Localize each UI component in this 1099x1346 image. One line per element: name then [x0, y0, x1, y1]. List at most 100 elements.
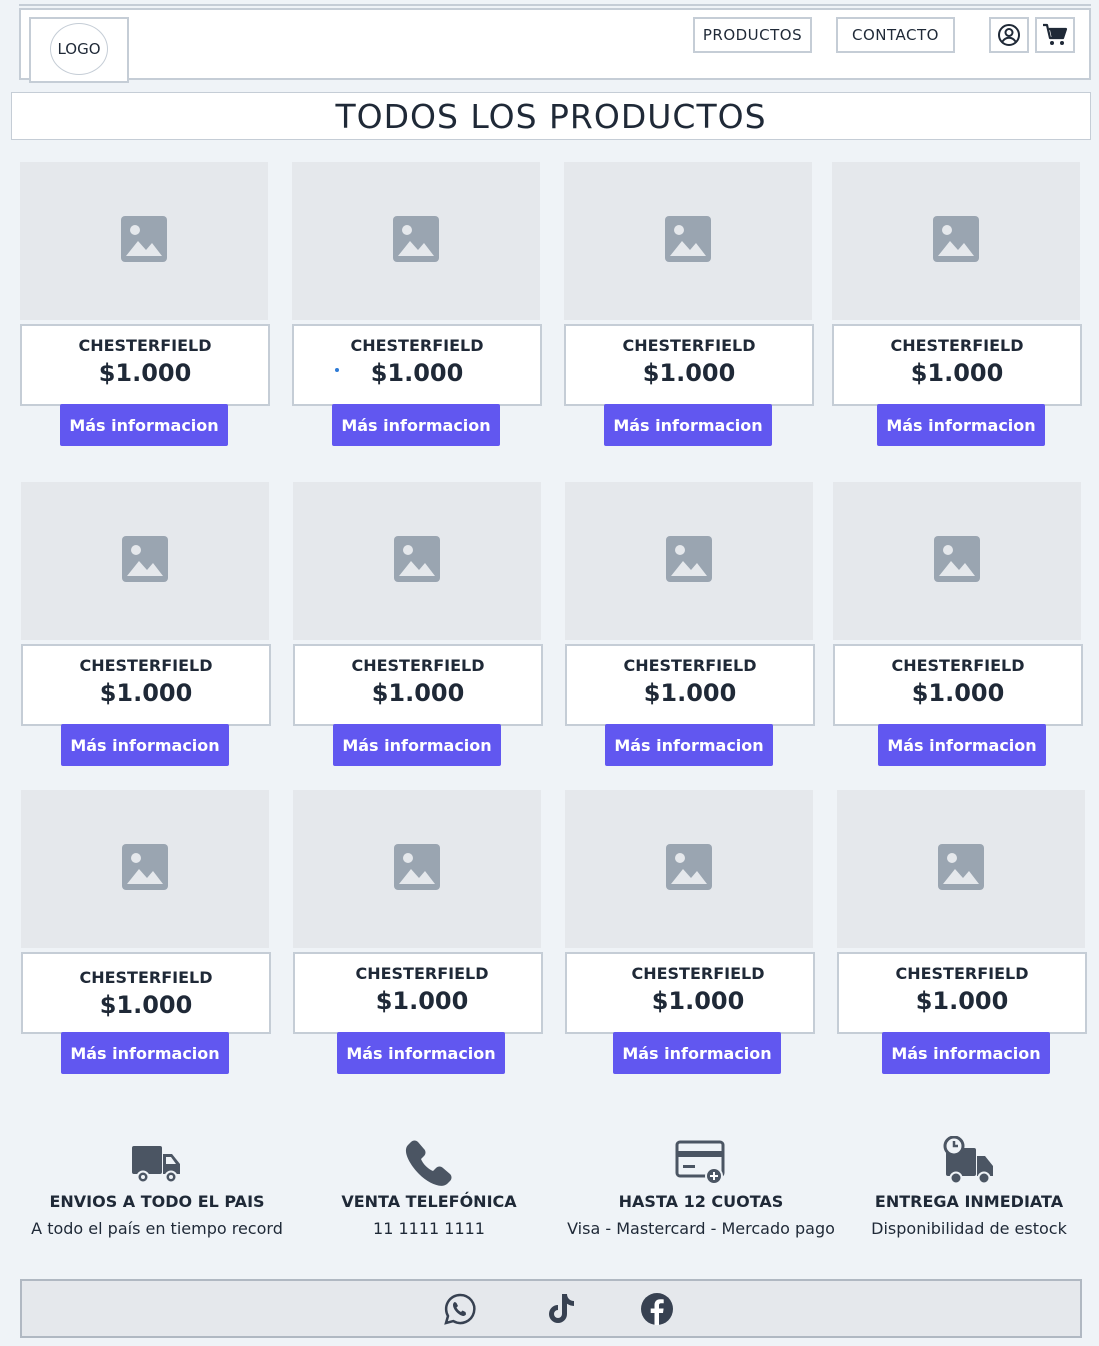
whatsapp-icon [444, 1293, 476, 1325]
product-price: $1.000 [375, 987, 469, 1015]
more-info-button[interactable]: Más informacion [61, 724, 229, 766]
product-image[interactable] [565, 790, 813, 948]
nav-contacto[interactable]: CONTACTO [836, 17, 955, 53]
user-button[interactable] [989, 17, 1029, 53]
product-price: $1.000 [915, 987, 1009, 1015]
feature-phone: VENTA TELEFÓNICA 11 1111 1111 [294, 1134, 564, 1238]
feature-delivery: ENTREGA INMEDIATA Disponibilidad de esto… [834, 1134, 1099, 1238]
whatsapp-link[interactable] [443, 1292, 477, 1326]
tiktok-icon [549, 1294, 574, 1323]
product-image[interactable] [832, 162, 1080, 320]
product-card: CHESTERFIELD $1.000 Más informacion [292, 162, 542, 448]
feature-subtitle: Visa - Mastercard - Mercado pago [567, 1219, 835, 1238]
product-card: CHESTERFIELD $1.000 Más informacion [21, 482, 271, 768]
product-price: $1.000 [911, 679, 1005, 707]
image-placeholder-icon [933, 216, 979, 266]
more-info-button[interactable]: Más informacion [877, 404, 1045, 446]
product-image[interactable] [565, 482, 813, 640]
delivery-clock-icon [943, 1136, 993, 1185]
product-name: CHESTERFIELD [622, 336, 756, 355]
more-info-button[interactable]: Más informacion [61, 1032, 229, 1074]
more-info-button[interactable]: Más informacion [878, 724, 1046, 766]
product-image[interactable] [21, 482, 269, 640]
product-card: CHESTERFIELD $1.000 Más informacion [833, 482, 1083, 768]
image-placeholder-icon [121, 216, 167, 266]
more-info-button[interactable]: Más informacion [60, 404, 228, 446]
image-placeholder-icon [394, 844, 440, 894]
product-name: CHESTERFIELD [79, 656, 213, 675]
product-price: $1.000 [643, 679, 737, 707]
product-image[interactable] [293, 790, 541, 948]
product-image[interactable] [564, 162, 812, 320]
facebook-link[interactable] [640, 1292, 674, 1326]
page-title: TODOS LOS PRODUCTOS [11, 92, 1091, 140]
cart-button[interactable] [1035, 17, 1075, 53]
product-name: CHESTERFIELD [891, 656, 1025, 675]
feature-subtitle: A todo el país en tiempo record [31, 1219, 283, 1238]
product-price: $1.000 [371, 679, 465, 707]
product-image[interactable] [833, 482, 1081, 640]
image-placeholder-icon [122, 844, 168, 894]
product-name: CHESTERFIELD [895, 964, 1029, 983]
more-info-button[interactable]: Más informacion [613, 1032, 781, 1074]
nav-productos[interactable]: PRODUCTOS [693, 17, 812, 53]
image-placeholder-icon [122, 536, 168, 586]
image-placeholder-icon [393, 216, 439, 266]
product-name: CHESTERFIELD [79, 968, 213, 987]
product-card: CHESTERFIELD $1.000 Más informacion [20, 162, 270, 448]
product-card: CHESTERFIELD $1.000 Más informacion [565, 482, 815, 768]
product-card: CHESTERFIELD $1.000 Más informacion [564, 162, 814, 448]
product-name: CHESTERFIELD [623, 656, 757, 675]
product-image[interactable] [837, 790, 1085, 948]
product-price: $1.000 [642, 359, 736, 387]
more-info-button[interactable]: Más informacion [333, 724, 501, 766]
more-info-button[interactable]: Más informacion [337, 1032, 505, 1074]
cart-icon [1043, 23, 1068, 45]
tiktok-link[interactable] [544, 1292, 578, 1326]
product-image[interactable] [292, 162, 540, 320]
feature-title: HASTA 12 CUOTAS [618, 1192, 784, 1211]
user-icon [998, 24, 1020, 46]
feature-subtitle: 11 1111 1111 [373, 1219, 485, 1238]
product-info: CHESTERFIELD $1.000 [564, 324, 814, 406]
image-placeholder-icon [934, 536, 980, 586]
image-placeholder-icon [666, 844, 712, 894]
more-info-button[interactable]: Más informacion [882, 1032, 1050, 1074]
product-info: CHESTERFIELD $1.000 [293, 644, 543, 726]
logo-box[interactable]: LOGO [29, 17, 129, 83]
product-card: CHESTERFIELD $1.000 Más informacion [837, 790, 1087, 1076]
product-info: CHESTERFIELD $1.000 [565, 644, 815, 726]
credit-card-icon [675, 1140, 725, 1185]
product-price: $1.000 [370, 359, 464, 387]
product-name: CHESTERFIELD [351, 656, 485, 675]
truck-icon [132, 1146, 180, 1184]
image-placeholder-icon [665, 216, 711, 266]
image-placeholder-icon [666, 536, 712, 586]
top-divider [19, 4, 1091, 6]
image-placeholder-icon [938, 844, 984, 894]
more-info-button[interactable]: Más informacion [332, 404, 500, 446]
product-image[interactable] [21, 790, 269, 948]
product-price: $1.000 [99, 679, 193, 707]
product-price: $1.000 [98, 359, 192, 387]
product-name: CHESTERFIELD [355, 964, 489, 983]
product-name: CHESTERFIELD [631, 964, 765, 983]
product-info: CHESTERFIELD $1.000 [21, 952, 271, 1034]
product-card: CHESTERFIELD $1.000 Más informacion [293, 790, 543, 1076]
product-price: $1.000 [910, 359, 1004, 387]
product-info: CHESTERFIELD $1.000 [292, 324, 542, 406]
product-price: $1.000 [651, 987, 745, 1015]
product-image[interactable] [293, 482, 541, 640]
product-info: CHESTERFIELD $1.000 [565, 952, 815, 1034]
product-card: CHESTERFIELD $1.000 Más informacion [565, 790, 815, 1076]
feature-title: ENTREGA INMEDIATA [874, 1192, 1064, 1211]
product-name: CHESTERFIELD [350, 336, 484, 355]
product-name: CHESTERFIELD [78, 336, 212, 355]
product-image[interactable] [20, 162, 268, 320]
product-info: CHESTERFIELD $1.000 [21, 644, 271, 726]
more-info-button[interactable]: Más informacion [605, 724, 773, 766]
product-info: CHESTERFIELD $1.000 [837, 952, 1087, 1034]
more-info-button[interactable]: Más informacion [604, 404, 772, 446]
logo: LOGO [50, 23, 108, 75]
feature-installments: HASTA 12 CUOTAS Visa - Mastercard - Merc… [566, 1134, 836, 1238]
